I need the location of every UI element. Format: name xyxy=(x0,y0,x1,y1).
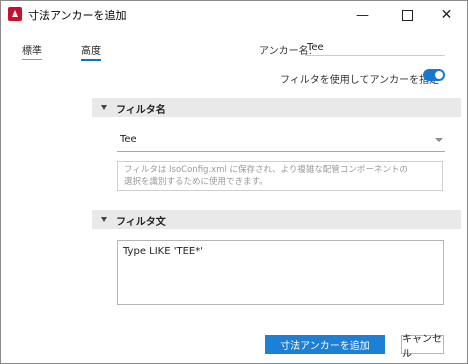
window-title: 寸法アンカーを追加 xyxy=(28,9,127,22)
section-title: フィルタ名 xyxy=(116,105,166,116)
app-logo-icon xyxy=(8,7,22,21)
filter-statement-textarea[interactable]: Type LIKE 'TEE*' xyxy=(117,240,444,305)
toggle-knob xyxy=(435,71,443,79)
close-icon: ✕ xyxy=(440,7,453,23)
maximize-button[interactable] xyxy=(389,1,426,29)
add-anchor-button[interactable]: 寸法アンカーを追加 xyxy=(265,335,385,354)
anchor-name-underline xyxy=(305,55,445,56)
collapse-arrow-icon[interactable] xyxy=(101,217,107,222)
dialog-window: 寸法アンカーを追加 — ✕ 標準 高度 アンカー名: Tee フィルタを使用して… xyxy=(0,0,468,364)
description-line: 選択を識別するために使用できます。 xyxy=(124,177,268,187)
anchor-name-input[interactable]: Tee xyxy=(307,42,324,53)
tab-advanced[interactable]: 高度 xyxy=(81,42,101,61)
section-header-filter-statement[interactable]: フィルタ文 xyxy=(92,210,461,229)
section-title: フィルタ文 xyxy=(116,217,166,228)
select-underline xyxy=(117,151,445,152)
close-button[interactable]: ✕ xyxy=(428,1,465,29)
description-line: フィルタは IsoConfig.xml に保存され、より複雑な配管コンポーネント… xyxy=(124,165,408,175)
maximize-icon xyxy=(402,9,413,21)
cancel-button[interactable]: キャンセル xyxy=(401,334,444,360)
minimize-button[interactable]: — xyxy=(344,1,381,29)
filter-toggle-label: フィルタを使用してアンカーを指定 xyxy=(280,75,440,86)
title-bar: 寸法アンカーを追加 — ✕ xyxy=(1,1,467,29)
collapse-arrow-icon[interactable] xyxy=(101,105,107,110)
section-header-filter-name[interactable]: フィルタ名 xyxy=(92,98,461,117)
minimize-icon: — xyxy=(356,7,369,23)
tab-standard[interactable]: 標準 xyxy=(22,42,42,60)
filter-description: フィルタは IsoConfig.xml に保存され、より複雑な配管コンポーネント… xyxy=(117,161,443,191)
filter-name-select[interactable]: Tee xyxy=(120,134,137,145)
dropdown-arrow-icon[interactable] xyxy=(435,138,443,142)
filter-toggle-switch[interactable] xyxy=(423,69,445,81)
